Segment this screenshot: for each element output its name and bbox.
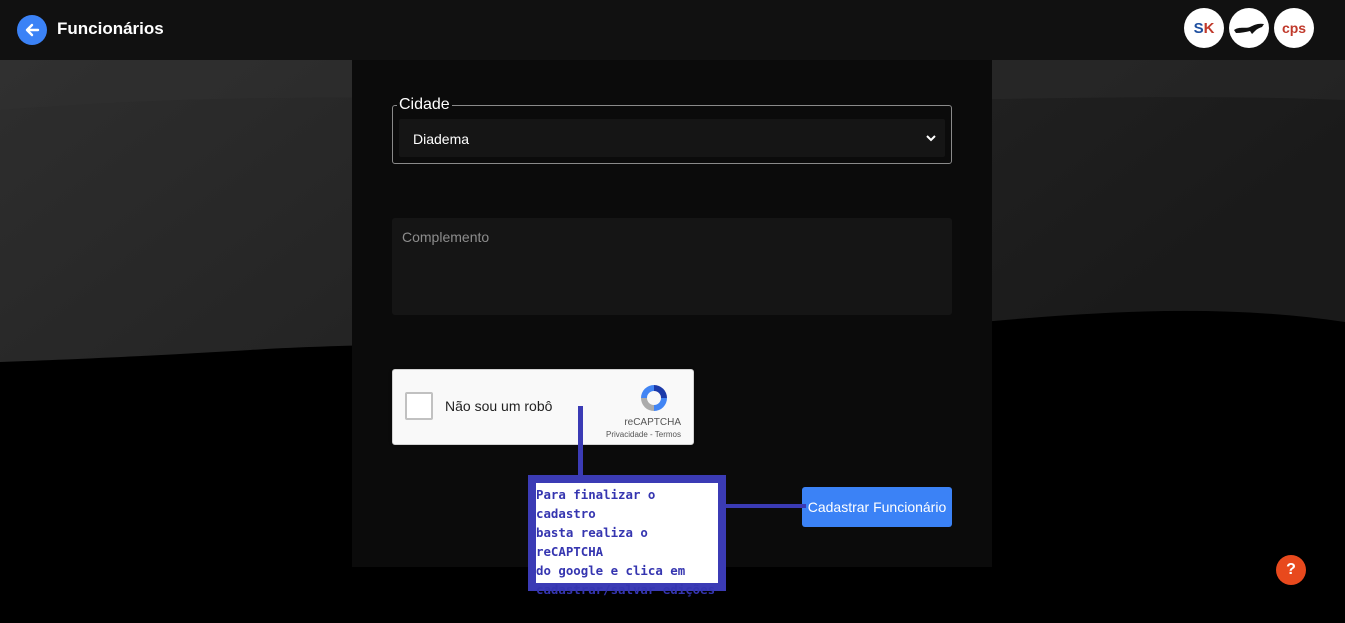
recaptcha-checkbox[interactable] — [405, 392, 433, 420]
back-button[interactable] — [17, 15, 47, 45]
annotation-line-4: cadastrar/salvar edições — [536, 582, 716, 597]
horse-icon — [1234, 23, 1264, 34]
top-bar: Funcionários SK cps — [0, 0, 1345, 60]
annotation-line-2: basta realiza o reCAPTCHA — [536, 525, 648, 559]
annotation-box: Para finalizar o cadastro basta realiza … — [528, 475, 726, 597]
annotation-line-3: do google e clica em — [536, 563, 686, 578]
cidade-select[interactable]: Diadema — [399, 119, 945, 157]
cadastrar-button[interactable]: Cadastrar Funcionário — [802, 487, 952, 527]
logo-horse — [1229, 8, 1269, 48]
annotation-connector-horizontal — [726, 504, 806, 508]
logo-sk: SK — [1184, 8, 1224, 48]
recaptcha-brand: reCAPTCHA — [624, 417, 681, 428]
recaptcha-label: Não sou um robô — [445, 398, 553, 414]
annotation-connector-vertical — [578, 406, 583, 478]
help-button[interactable]: ? — [1276, 555, 1306, 585]
recaptcha-widget: Não sou um robô reCAPTCHA Privacidade - … — [392, 369, 694, 445]
arrow-left-icon — [25, 23, 40, 37]
complemento-input[interactable]: Complemento — [392, 218, 952, 315]
chevron-down-icon — [926, 135, 936, 142]
complemento-placeholder: Complemento — [402, 229, 490, 245]
cidade-select-value: Diadema — [413, 131, 470, 147]
annotation-line-1: Para finalizar o cadastro — [536, 487, 656, 521]
page-title: Funcionários — [57, 19, 164, 38]
recaptcha-logo-icon — [641, 385, 667, 411]
cidade-fieldset: Cidade Diadema — [392, 96, 952, 164]
cidade-label: Cidade — [397, 96, 452, 114]
recaptcha-links[interactable]: Privacidade - Termos — [606, 430, 681, 439]
logo-cps: cps — [1274, 8, 1314, 48]
